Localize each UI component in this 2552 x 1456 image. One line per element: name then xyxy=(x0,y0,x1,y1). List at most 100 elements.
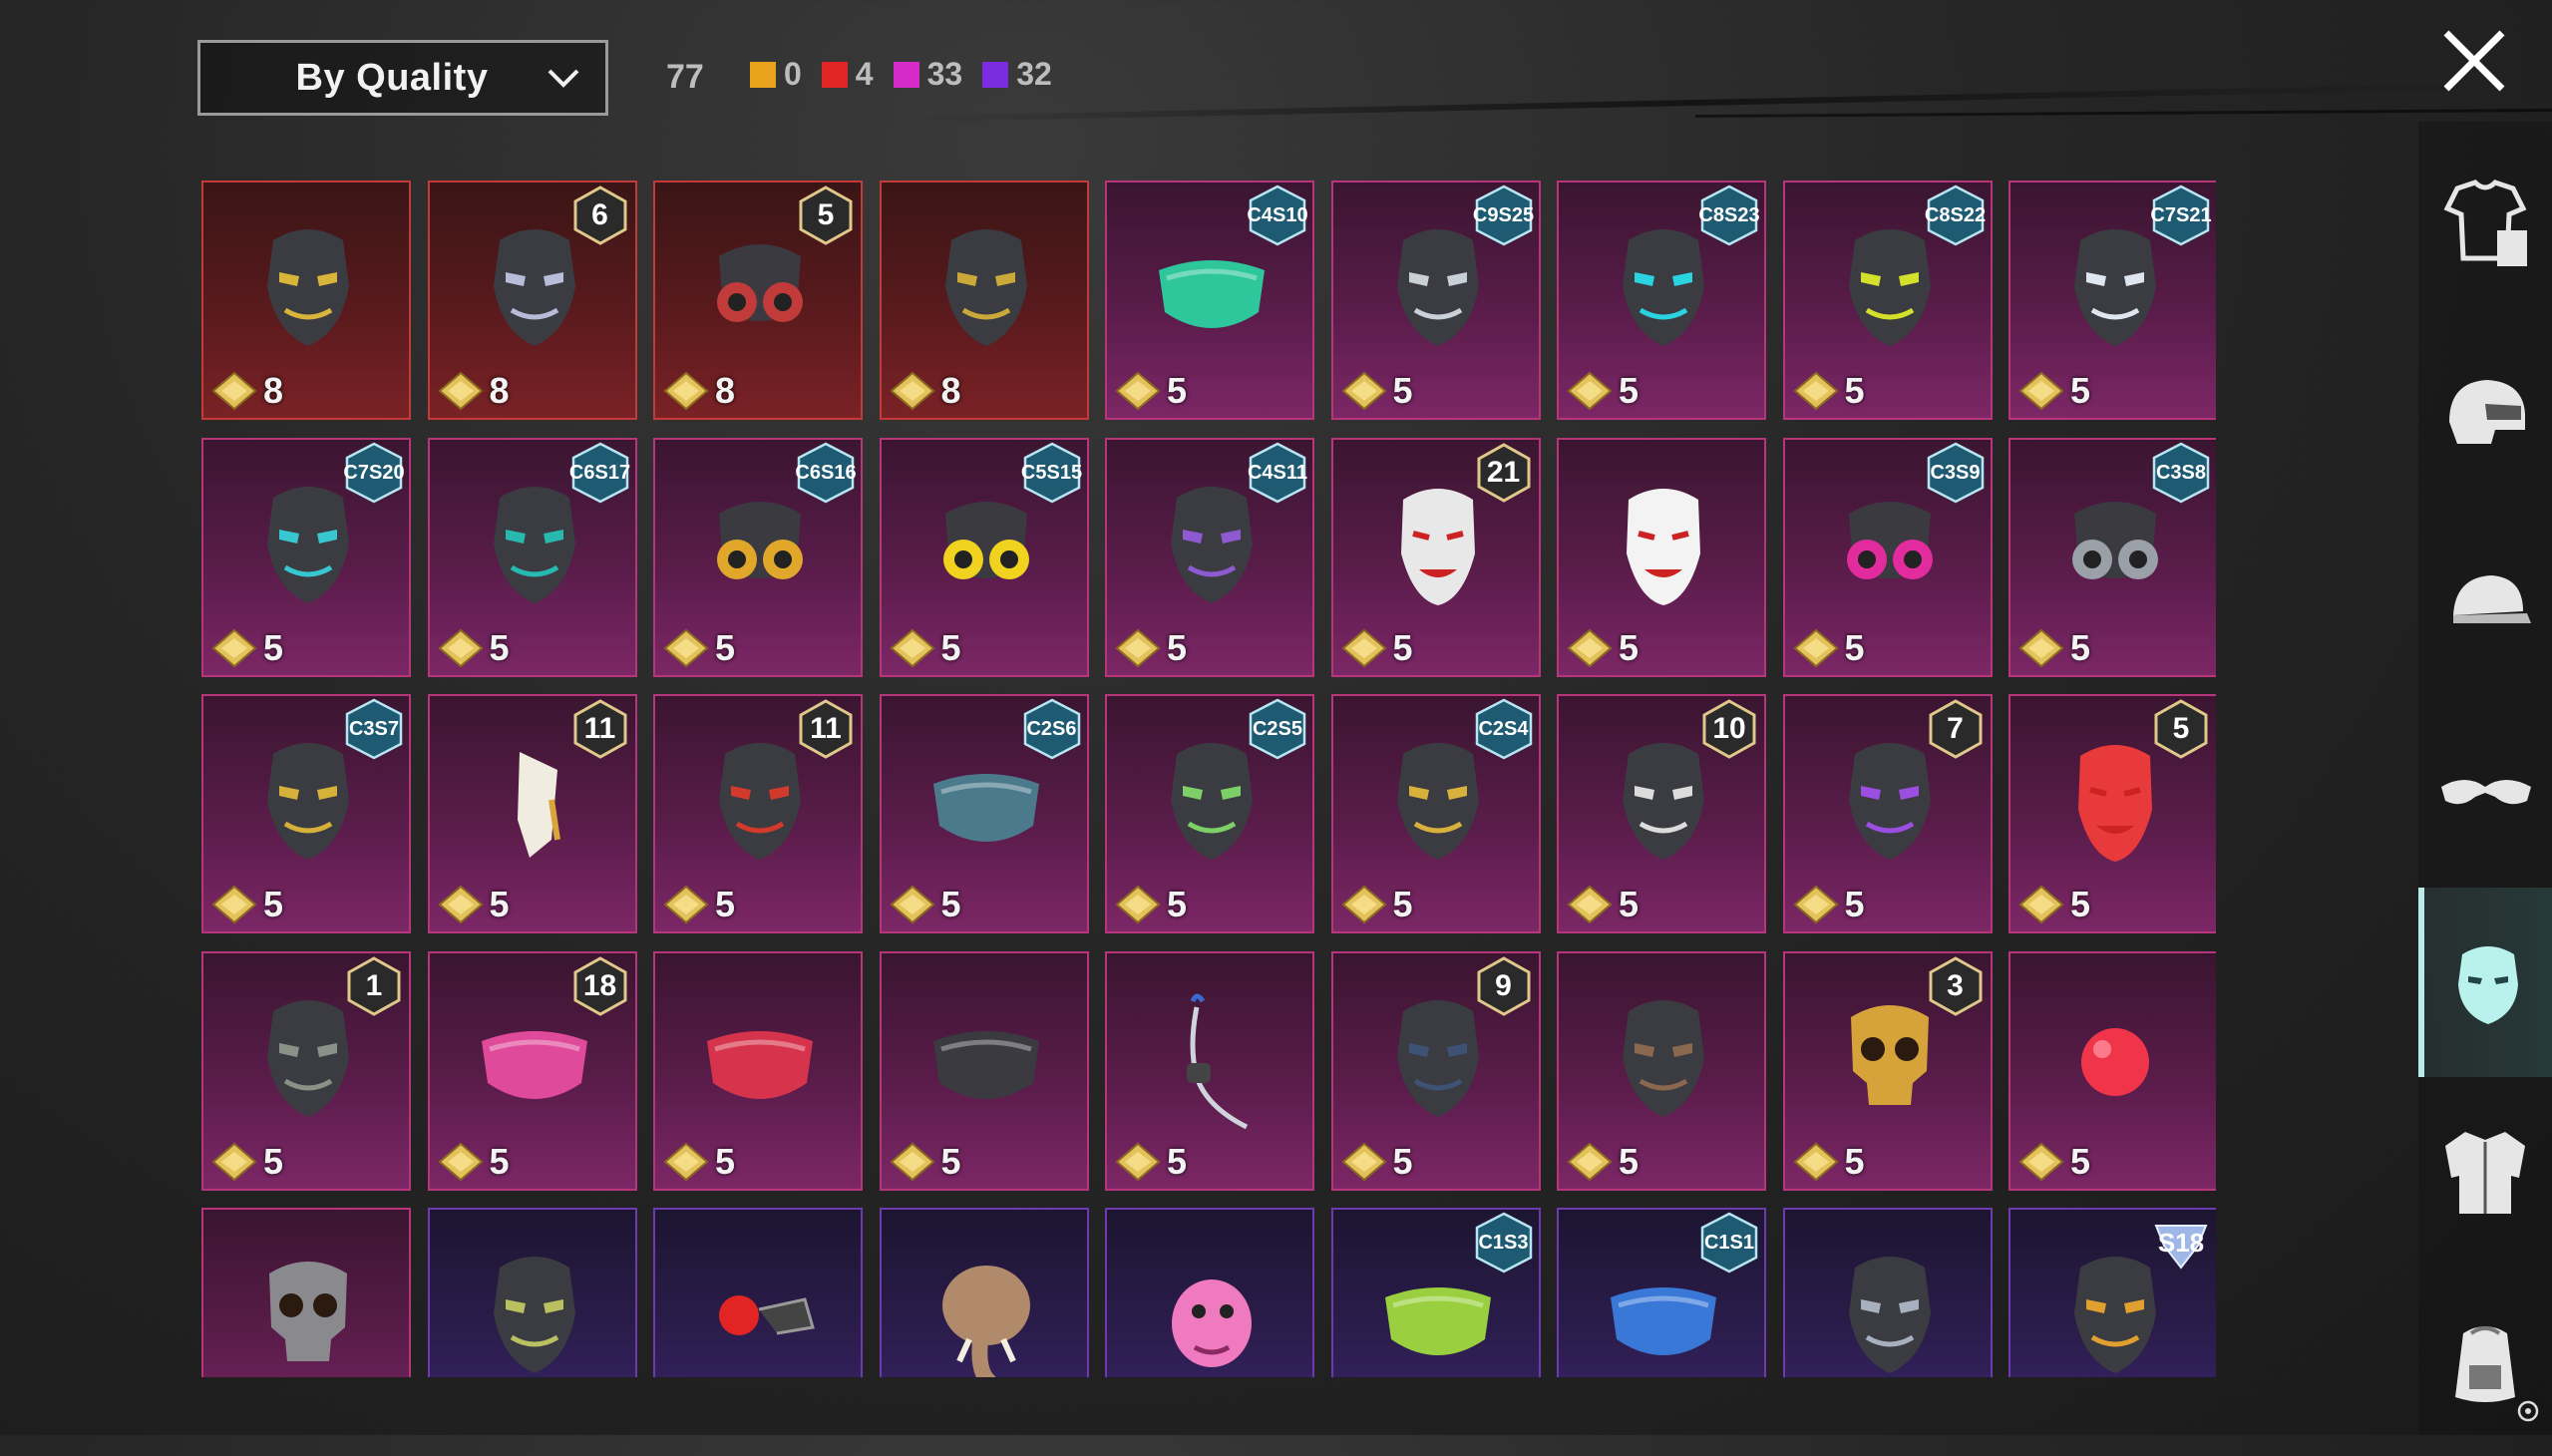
item-card[interactable]: 5 C6S16 xyxy=(653,437,863,677)
currency-coin-icon xyxy=(889,628,935,667)
tactical-helmet-mask-icon xyxy=(267,229,349,346)
item-price-value: 5 xyxy=(2070,626,2091,668)
item-card[interactable]: 5 C7S21 xyxy=(2008,181,2216,420)
item-price: 5 xyxy=(1115,627,1187,669)
item-price-value: 5 xyxy=(1392,1140,1413,1182)
item-price-value: 5 xyxy=(1844,370,1865,411)
season-badge: C5S15 xyxy=(1021,442,1083,504)
kitsune-mask-icon xyxy=(1627,488,1700,605)
item-card[interactable]: 5 21 xyxy=(1330,437,1541,677)
item-card[interactable]: 5 C4S10 xyxy=(1105,181,1314,420)
item-price: 5 xyxy=(1792,627,1865,669)
sidebar-tab-backpack[interactable] xyxy=(2418,1267,2552,1456)
season-badge-label: 1 xyxy=(365,968,383,1002)
item-price: 5 xyxy=(1792,370,1865,412)
item-card[interactable]: 5 11 xyxy=(653,694,863,933)
item-price-value: 5 xyxy=(2070,1140,2091,1182)
sort-dropdown[interactable]: By Quality xyxy=(197,40,608,116)
season-badge-label: C2S6 xyxy=(1026,718,1077,740)
season-badge: C2S5 xyxy=(1247,698,1308,760)
item-card[interactable]: 5 xyxy=(653,950,863,1191)
item-card[interactable]: 59 xyxy=(1330,950,1541,1191)
item-card[interactable] xyxy=(1105,1208,1314,1377)
currency-coin-icon xyxy=(1115,885,1161,924)
item-card[interactable] xyxy=(653,1208,863,1377)
item-price: 5 xyxy=(889,1141,961,1183)
item-price: 5 xyxy=(1340,370,1413,412)
season-badge-label: C1S1 xyxy=(1703,1232,1755,1254)
quality-count-value: 4 xyxy=(855,56,874,92)
item-card[interactable]: 5 C9S25 xyxy=(1330,181,1541,420)
chevron-down-icon xyxy=(547,69,579,88)
sidebar-tab-cap[interactable] xyxy=(2418,509,2552,698)
sidebar-tab-glasses[interactable] xyxy=(2418,698,2552,888)
item-card[interactable]: 5 xyxy=(1557,437,1766,677)
quality-swatch xyxy=(893,61,919,88)
item-price-value: 5 xyxy=(1619,1140,1640,1182)
item-card[interactable]: 5 C5S15 xyxy=(879,437,1089,677)
item-card[interactable] xyxy=(201,1208,411,1377)
item-card[interactable]: 5 C2S5 xyxy=(1105,694,1314,933)
item-card[interactable]: 5 C6S17 xyxy=(427,437,637,677)
item-card[interactable] xyxy=(879,1208,1089,1377)
settings-small-icon[interactable] xyxy=(2513,1396,2543,1426)
item-price-value: 5 xyxy=(1167,626,1188,668)
currency-coin-icon xyxy=(889,371,935,411)
item-price: 5 xyxy=(663,1141,735,1183)
currency-coin-icon xyxy=(2018,1142,2064,1181)
item-card[interactable]: 85 xyxy=(653,181,863,420)
item-card[interactable]: 5 18 xyxy=(427,950,637,1191)
item-card[interactable]: 5 C8S22 xyxy=(1782,181,1993,420)
sidebar-tab-outfit[interactable] xyxy=(2418,130,2552,319)
item-card[interactable]: 86 xyxy=(427,181,637,420)
silver-half-mask-icon xyxy=(1848,1257,1931,1373)
currency-coin-icon xyxy=(437,371,484,411)
item-card[interactable]: 51 xyxy=(201,950,411,1191)
item-card[interactable]: 5 11 xyxy=(427,694,637,933)
item-card[interactable]: 8 xyxy=(879,181,1089,420)
currency-coin-icon xyxy=(1567,628,1613,667)
item-card[interactable]: 5 C8S23 xyxy=(1557,181,1766,420)
item-card[interactable]: 8 xyxy=(201,181,411,420)
currency-coin-icon xyxy=(1792,885,1839,924)
item-card[interactable]: 5 C3S7 xyxy=(201,694,411,933)
item-card[interactable]: 55 xyxy=(2008,694,2216,933)
item-price: 5 xyxy=(1567,1141,1639,1183)
item-card[interactable] xyxy=(1782,1208,1993,1377)
item-card[interactable]: 5 xyxy=(1557,950,1766,1191)
item-card[interactable]: 5 C4S11 xyxy=(1105,437,1314,677)
item-card[interactable]: 5 xyxy=(879,950,1089,1191)
item-price: 5 xyxy=(2018,1141,2090,1183)
item-card[interactable]: S18 xyxy=(2008,1208,2216,1377)
black-bandana-icon xyxy=(932,1030,1039,1099)
item-card[interactable]: 5 C3S9 xyxy=(1782,437,1993,677)
item-price: 8 xyxy=(889,370,961,412)
item-card[interactable]: C1S3 xyxy=(1330,1208,1541,1377)
elephant-mask-icon xyxy=(941,1266,1030,1377)
item-price: 5 xyxy=(1115,1141,1187,1183)
close-button[interactable] xyxy=(2438,25,2510,97)
sidebar-tab-jacket[interactable] xyxy=(2418,1077,2552,1267)
currency-coin-icon xyxy=(211,628,257,667)
season-badge-label: 7 xyxy=(1947,712,1964,745)
item-card[interactable]: 53 xyxy=(1782,950,1993,1191)
item-price-value: 5 xyxy=(1167,884,1188,924)
item-card[interactable]: 5 C7S20 xyxy=(201,437,411,677)
item-card[interactable]: 5 xyxy=(2008,950,2216,1191)
item-card[interactable]: 5 C2S6 xyxy=(879,694,1089,933)
item-card[interactable] xyxy=(427,1208,637,1377)
sidebar-tab-mask[interactable] xyxy=(2418,888,2552,1077)
item-card[interactable]: 5 C3S8 xyxy=(2008,437,2216,677)
sidebar-tab-helmet[interactable] xyxy=(2418,319,2552,509)
item-card[interactable]: 5 xyxy=(1105,950,1314,1191)
item-card[interactable]: 57 xyxy=(1782,694,1993,933)
item-price-value: 5 xyxy=(263,626,284,668)
item-card[interactable]: 5 C2S4 xyxy=(1330,694,1541,933)
item-price-value: 5 xyxy=(715,626,736,668)
currency-coin-icon xyxy=(1792,371,1839,411)
item-price: 8 xyxy=(211,370,283,412)
item-card[interactable]: C1S1 xyxy=(1557,1208,1766,1377)
season-badge-label: C7S21 xyxy=(2150,204,2212,226)
item-card[interactable]: 5 10 xyxy=(1557,694,1766,933)
quality-swatch xyxy=(750,61,776,88)
